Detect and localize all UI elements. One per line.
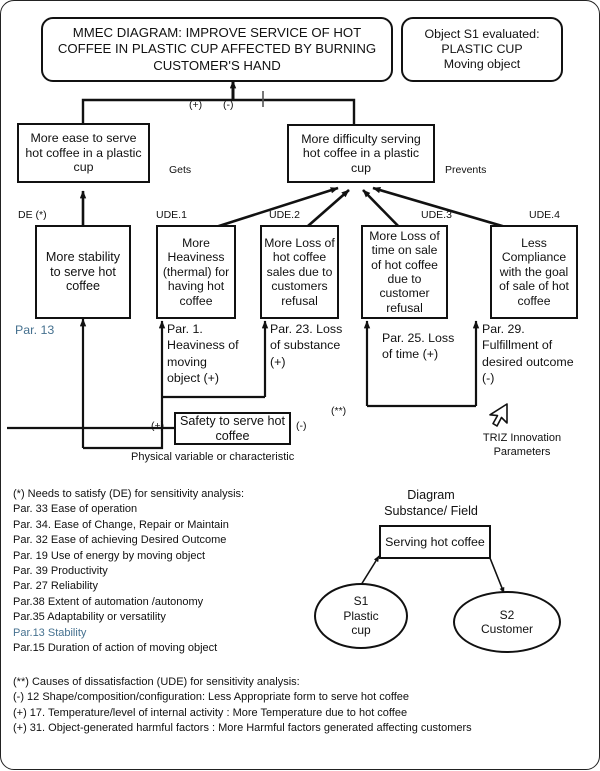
sufield-title-line1: Diagram bbox=[407, 488, 455, 502]
notes-ude-list: (-) 12 Shape/composition/configuration: … bbox=[13, 690, 593, 736]
safety-box-text: Safety to serve hot coffee bbox=[180, 413, 286, 443]
tag-ude-2: UDE.2 bbox=[269, 209, 300, 221]
bus-minus-label: (-) bbox=[223, 99, 234, 111]
more-difficulty-text: More difficulty serving hot coffee in a … bbox=[301, 131, 421, 175]
bus-plus-label: (+) bbox=[189, 99, 203, 111]
ude4-box-text: Less Compliance with the goal of sale of… bbox=[499, 236, 569, 308]
cursor-arrow-icon bbox=[485, 401, 511, 431]
sufield-s2-line1: S2 bbox=[499, 607, 515, 622]
safety-minus-label: (-) bbox=[296, 420, 307, 432]
de-box-text: More stability to serve hot coffee bbox=[45, 249, 121, 294]
par-ude-4-text: Par. 29. Fulfillment of desired outcome … bbox=[482, 322, 574, 386]
ude3-box-text: More Loss of time on sale of hot coffee … bbox=[369, 228, 440, 315]
par-ude-3: Par. 25. Loss of time (+) bbox=[382, 330, 466, 363]
notes-de-block: (*) Needs to satisfy (DE) for sensitivit… bbox=[13, 487, 343, 656]
triz-caption: TRIZ Innovation Parameters bbox=[463, 431, 581, 459]
par-ude-1-text: Par. 1. Heaviness of moving object (+) bbox=[167, 322, 239, 386]
safety-box: Safety to serve hot coffee bbox=[174, 412, 291, 445]
notes-de-item: Par. 34. Ease of Change, Repair or Maint… bbox=[13, 518, 229, 531]
ude1-box-heaviness: More Heaviness (thermal) for having hot … bbox=[156, 225, 236, 319]
object-box-line2: PLASTIC CUP bbox=[441, 41, 523, 56]
sufield-field-text: Serving hot coffee bbox=[385, 534, 485, 549]
ude2-box-loss-sales: More Loss of hot coffee sales due to cus… bbox=[260, 225, 339, 319]
de-box-stability: More stability to serve hot coffee bbox=[35, 225, 131, 319]
notes-de-item: Par.35 Adaptability or versatility bbox=[13, 611, 166, 624]
ude3-box-loss-time: More Loss of time on sale of hot coffee … bbox=[361, 225, 448, 319]
notes-ude-item: (+) 31. Object-generated harmful factors… bbox=[13, 722, 472, 735]
notes-de-list: Par. 33 Ease of operation Par. 34. Ease o… bbox=[13, 502, 343, 656]
safety-caption-text: Physical variable or characteristic bbox=[131, 451, 295, 463]
ude4-box-compliance: Less Compliance with the goal of sale of… bbox=[490, 225, 578, 319]
gets-label: Gets bbox=[169, 164, 192, 176]
tag-de: DE (*) bbox=[18, 209, 47, 221]
sufield-s2-ellipse: S2 Customer bbox=[453, 591, 561, 653]
title-box: MMEC DIAGRAM: IMPROVE SERVICE OF HOT COF… bbox=[41, 17, 393, 82]
sufield-field-box: Serving hot coffee bbox=[379, 525, 491, 559]
prevents-label: Prevents bbox=[445, 164, 487, 176]
par-ude-3-text: Par. 25. Loss of time (+) bbox=[382, 331, 455, 362]
sufield-title-line2: Substance/ Field bbox=[384, 504, 478, 518]
notes-de-item: Par. 32 Ease of achieving Desired Outcom… bbox=[13, 534, 227, 547]
more-difficulty-box: More difficulty serving hot coffee in a … bbox=[287, 124, 435, 183]
ude1-box-text: More Heaviness (thermal) for having hot … bbox=[162, 236, 230, 308]
more-ease-text: More ease to serve hot coffee in a plast… bbox=[25, 131, 142, 175]
more-ease-box: More ease to serve hot coffee in a plast… bbox=[17, 123, 150, 183]
object-box-line1: Object S1 evaluated: bbox=[424, 26, 540, 41]
tag-ude-1: UDE.1 bbox=[156, 209, 187, 221]
safety-starstar-label: (**) bbox=[331, 405, 347, 417]
par-de-13: Par. 13 bbox=[15, 323, 85, 338]
safety-plus-label: (+) bbox=[151, 420, 165, 432]
object-box-line3: Moving object bbox=[443, 57, 521, 72]
safety-caption: Physical variable or characteristic bbox=[131, 451, 294, 464]
sufield-title: Diagram Substance/ Field bbox=[351, 487, 511, 519]
notes-de-item: Par.38 Extent of automation /autonomy bbox=[13, 595, 204, 608]
diagram-page: MMEC DIAGRAM: IMPROVE SERVICE OF HOT COF… bbox=[0, 0, 600, 770]
notes-ude-block: (**) Causes of dissatisfaction (UDE) for… bbox=[13, 675, 593, 737]
triz-caption-line1: TRIZ Innovation bbox=[482, 432, 562, 444]
notes-ude-item: (+) 17. Temperature/level of internal ac… bbox=[13, 706, 408, 719]
notes-ude-heading: (**) Causes of dissatisfaction (UDE) for… bbox=[13, 676, 300, 688]
triz-caption-line2: Parameters bbox=[493, 446, 551, 458]
notes-de-heading: (*) Needs to satisfy (DE) for sensitivit… bbox=[13, 488, 245, 500]
sufield-s1-line1: S1 bbox=[353, 594, 369, 609]
notes-de-item: Par. 27 Reliability bbox=[13, 580, 98, 593]
notes-de-item: Par. 39 Productivity bbox=[13, 565, 108, 578]
par-ude-2-text: Par. 23. Loss of substance (+) bbox=[270, 322, 343, 369]
sufield-s1-line2: Plastic bbox=[343, 608, 379, 623]
tag-ude-4: UDE.4 bbox=[529, 209, 560, 221]
par-ude-1: Par. 1. Heaviness of moving object (+) bbox=[167, 321, 241, 387]
sufield-s2-line2: Customer bbox=[480, 622, 533, 636]
title-text: MMEC DIAGRAM: IMPROVE SERVICE OF HOT COF… bbox=[57, 25, 377, 73]
tag-ude-3: UDE.3 bbox=[421, 209, 452, 221]
notes-de-item: Par. 33 Ease of operation bbox=[13, 503, 138, 516]
notes-de-item: Par.15 Duration of action of moving obje… bbox=[13, 642, 218, 655]
sufield-s1-line3: cup bbox=[351, 623, 371, 638]
notes-ude-item: (-) 12 Shape/composition/configuration: … bbox=[13, 691, 410, 704]
notes-de-item: Par.13 Stability bbox=[13, 626, 87, 639]
object-box: Object S1 evaluated: PLASTIC CUP Moving … bbox=[401, 17, 563, 82]
par-de-13-text: Par. 13 bbox=[15, 323, 55, 337]
par-ude-2: Par. 23. Loss of substance (+) bbox=[270, 321, 348, 370]
sufield-s1-ellipse: S1 Plastic cup bbox=[314, 583, 408, 649]
par-ude-4: Par. 29. Fulfillment of desired outcome … bbox=[482, 321, 582, 387]
notes-de-item: Par. 19 Use of energy by moving object bbox=[13, 549, 205, 562]
ude2-box-text: More Loss of hot coffee sales due to cus… bbox=[264, 236, 335, 308]
